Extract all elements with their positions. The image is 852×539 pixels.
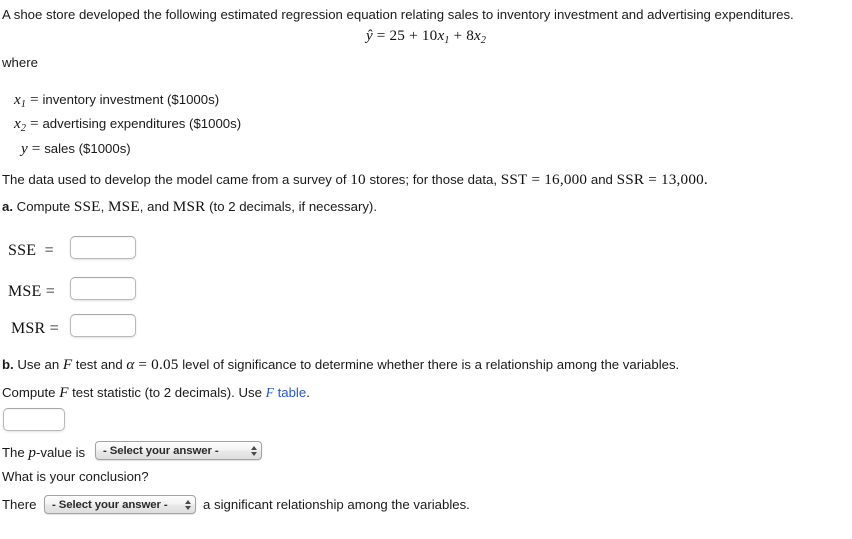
- alpha-equals: =: [138, 356, 148, 373]
- pvalue-select-label: - Select your answer -: [103, 444, 219, 457]
- mse-label: MSE: [8, 283, 42, 300]
- part-a-term-mse: MSE: [107, 198, 140, 215]
- part-b-f-symbol: F: [62, 356, 73, 373]
- data-sentence-part1: The data used to develop the model came …: [2, 172, 351, 187]
- mse-label-group: MSE =: [8, 282, 55, 302]
- data-sentence: The data used to develop the model came …: [2, 170, 708, 189]
- sst-equals: =: [531, 171, 541, 188]
- definition-equals: =: [31, 140, 41, 157]
- f-statistic-input[interactable]: [3, 408, 65, 431]
- compute-f-text-a: Compute: [2, 385, 60, 400]
- question-page: A shoe store developed the following est…: [0, 0, 852, 539]
- equation-constant: 25: [389, 27, 406, 44]
- part-b-line1-c: level of significance to determine wheth…: [178, 357, 680, 372]
- stepper-arrows-icon: [185, 499, 191, 510]
- part-b-line1-a: Use an: [17, 357, 63, 372]
- sse-equals: =: [44, 242, 54, 259]
- equation-subscript-2: 2: [480, 34, 487, 46]
- equation-lhs: ŷ: [365, 27, 373, 44]
- pvalue-label-group: The p-value is: [2, 443, 85, 462]
- definition-symbol: x: [14, 115, 21, 132]
- data-sentence-part2: stores; for those data,: [365, 172, 501, 187]
- compute-f-instruction: Compute F test statistic (to 2 decimals)…: [2, 383, 310, 402]
- regression-equation: ŷ = 25 + 10x1 + 8x2: [0, 27, 852, 46]
- pvalue-select[interactable]: - Select your answer -: [95, 441, 262, 460]
- definition-equals: =: [30, 91, 39, 108]
- conclusion-select[interactable]: - Select your answer -: [44, 495, 196, 514]
- alpha-value: 0.05: [151, 356, 179, 373]
- equation-plus-2: +: [453, 27, 463, 44]
- ssr-label: SSR: [616, 171, 645, 188]
- conclusion-suffix: a significant relationship among the var…: [203, 497, 470, 512]
- f-table-link-text: table: [273, 385, 307, 400]
- sst-label: SST: [500, 171, 528, 188]
- f-table-link-symbol: F: [265, 385, 274, 400]
- definition-x1: x1 = inventory investment ($1000s): [14, 90, 219, 111]
- compute-f-text-b: test statistic (to 2 decimals). Use: [68, 385, 266, 400]
- definition-text: advertising expenditures ($1000s): [42, 116, 242, 131]
- part-a-sep-2: , and: [139, 199, 173, 214]
- definition-symbol: y: [21, 140, 28, 157]
- equation-coefficient-1: 10: [421, 27, 438, 44]
- sst-value: 16,000: [544, 171, 588, 188]
- msr-input[interactable]: [70, 314, 136, 337]
- definition-text: sales ($1000s): [44, 141, 131, 156]
- msr-label: MSR: [11, 320, 46, 337]
- part-a-text-before: Compute: [16, 199, 74, 214]
- question-prompt: A shoe store developed the following est…: [2, 7, 794, 22]
- data-sentence-period: .: [703, 171, 708, 188]
- definition-y: y = sales ($1000s): [21, 139, 131, 158]
- ssr-value: 13,000: [660, 171, 704, 188]
- definition-symbol: x: [14, 91, 21, 108]
- part-a-sep-1: ,: [100, 199, 108, 214]
- part-a-term-sse: SSE: [73, 198, 101, 215]
- equation-coefficient-2: 8: [466, 27, 475, 44]
- mse-equals: =: [45, 283, 55, 300]
- sse-input[interactable]: [70, 236, 136, 259]
- conclusion-prefix: There: [2, 497, 37, 512]
- sse-label: SSE: [8, 242, 37, 259]
- msr-equals: =: [49, 320, 59, 337]
- conclusion-question: What is your conclusion?: [2, 469, 149, 484]
- part-a-prompt: a. Compute SSE, MSE, and MSR (to 2 decim…: [2, 197, 377, 216]
- sample-size: 10: [350, 171, 366, 188]
- part-a-marker: a.: [2, 199, 13, 214]
- stepper-arrows-icon: [251, 445, 257, 456]
- definition-x2: x2 = advertising expenditures ($1000s): [14, 114, 241, 135]
- part-b-line1-b: test and: [72, 357, 127, 372]
- f-table-link[interactable]: F table: [266, 385, 307, 400]
- equation-variable-2: x: [474, 27, 481, 44]
- part-a-term-msr: MSR: [172, 198, 206, 215]
- equation-equals: =: [376, 27, 386, 44]
- conclusion-select-label: - Select your answer -: [52, 498, 168, 511]
- msr-label-group: MSR =: [11, 319, 59, 339]
- ssr-equals: =: [648, 171, 657, 188]
- definition-text: inventory investment ($1000s): [42, 92, 220, 107]
- equation-plus-1: +: [409, 27, 418, 44]
- compute-f-text-c: .: [306, 385, 310, 400]
- part-a-text-after: (to 2 decimals, if necessary).: [205, 199, 377, 214]
- mse-input[interactable]: [70, 277, 136, 300]
- pvalue-label-a: The: [2, 445, 29, 460]
- pvalue-label-b: -value is: [35, 445, 86, 460]
- part-b-prompt: b. Use an F test and α = 0.05 level of s…: [2, 355, 679, 374]
- definition-equals: =: [30, 115, 39, 132]
- part-b-marker: b.: [2, 357, 14, 372]
- sse-label-group: SSE =: [8, 241, 54, 261]
- where-label: where: [2, 55, 38, 70]
- p-symbol: p: [28, 444, 36, 461]
- data-sentence-and: and: [590, 172, 613, 187]
